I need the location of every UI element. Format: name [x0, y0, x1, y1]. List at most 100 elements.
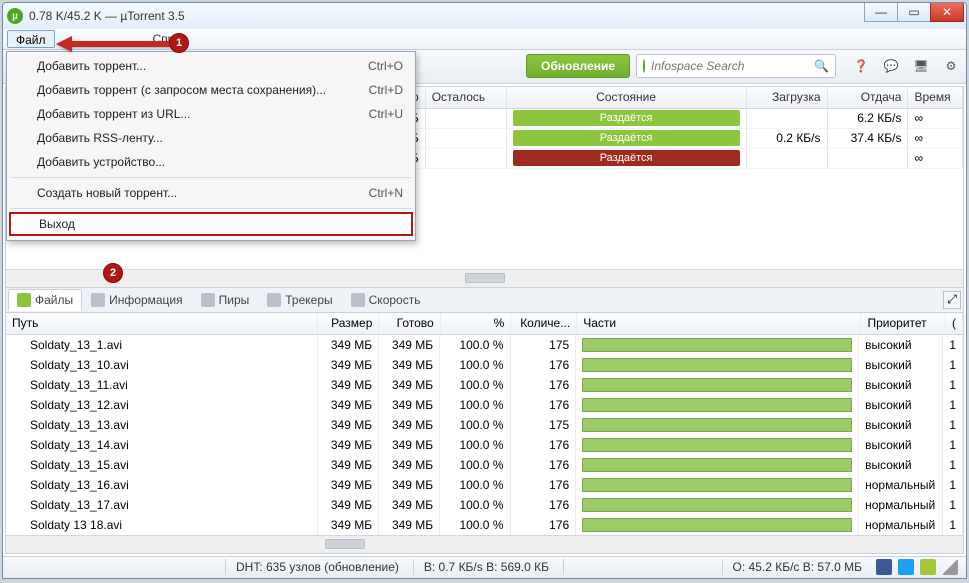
cell-more: 1 [943, 415, 963, 435]
close-button[interactable]: ✕ [930, 2, 964, 22]
app-icon: µ [7, 8, 23, 24]
cell-fsize: 349 МБ [318, 435, 379, 455]
cell-state: Раздаётся [507, 149, 747, 168]
file-row[interactable]: Soldaty_13_1.avi349 МБ349 МБ100.0 %175вы… [6, 335, 963, 355]
settings-icon[interactable]: ⚙ [942, 57, 960, 75]
cell-count: 175 [511, 415, 577, 435]
maximize-button[interactable]: ▭ [897, 2, 931, 22]
tab-files[interactable]: Файлы [8, 289, 82, 311]
cell-more: 1 [943, 375, 963, 395]
remote-icon[interactable]: 🖥 [912, 57, 930, 75]
cell-path: Soldaty 13 18.avi [6, 515, 318, 535]
tab-info[interactable]: Информация [82, 289, 191, 311]
expand-details-button[interactable]: ⤢ [943, 291, 961, 309]
cell-count: 176 [511, 495, 577, 515]
cell-count: 175 [511, 335, 577, 355]
tab-speed[interactable]: Скорость [342, 289, 430, 311]
cell-remain [426, 149, 507, 168]
cell-prio: высокий [859, 355, 943, 375]
tab-trackers[interactable]: Трекеры [258, 289, 341, 311]
col-state[interactable]: Состояние [507, 87, 747, 108]
torrent-hscrollbar[interactable] [6, 269, 963, 287]
col-parts[interactable]: Части [577, 313, 861, 334]
cell-done: 349 МБ [379, 435, 440, 455]
menu-add-torrent[interactable]: Добавить торрент...Ctrl+O [9, 54, 413, 78]
cell-count: 176 [511, 355, 577, 375]
cell-parts [576, 475, 859, 495]
search-icon[interactable]: 🔍 [814, 59, 829, 73]
file-row[interactable]: Soldaty_13_12.avi349 МБ349 МБ100.0 %176в… [6, 395, 963, 415]
col-up[interactable]: Отдача [828, 87, 909, 108]
cell-count: 176 [511, 395, 577, 415]
file-row[interactable]: Soldaty_13_16.avi349 МБ349 МБ100.0 %176н… [6, 475, 963, 495]
cell-parts [576, 455, 859, 475]
cell-more: 1 [943, 395, 963, 415]
cell-up: 6.2 КБ/s [828, 109, 909, 128]
tab-peers[interactable]: Пиры [192, 289, 259, 311]
cell-pct: 100.0 % [440, 495, 510, 515]
col-done[interactable]: Готово [379, 313, 440, 334]
chat-icon[interactable]: 💬 [882, 57, 900, 75]
menu-add-torrent-ask[interactable]: Добавить торрент (с запросом места сохра… [9, 78, 413, 102]
cell-pct: 100.0 % [440, 415, 510, 435]
cell-up [828, 149, 909, 168]
file-row[interactable]: Soldaty_13_13.avi349 МБ349 МБ100.0 %175в… [6, 415, 963, 435]
menu-file[interactable]: Файл [7, 30, 55, 48]
speed-icon [351, 293, 365, 307]
menu-add-url[interactable]: Добавить торрент из URL...Ctrl+U [9, 102, 413, 126]
info-icon [91, 293, 105, 307]
file-row[interactable]: Soldaty_13_11.avi349 МБ349 МБ100.0 %176в… [6, 375, 963, 395]
cell-pct: 100.0 % [440, 475, 510, 495]
file-row[interactable]: Soldaty_13_10.avi349 МБ349 МБ100.0 %176в… [6, 355, 963, 375]
update-button[interactable]: Обновление [526, 54, 630, 78]
col-more[interactable]: ( [946, 313, 963, 334]
col-down[interactable]: Загрузка [747, 87, 828, 108]
cell-time: ∞ [908, 149, 962, 168]
col-remain[interactable]: Осталось [426, 87, 507, 108]
menu-add-rss[interactable]: Добавить RSS-ленту... [9, 126, 413, 150]
cell-pct: 100.0 % [440, 355, 510, 375]
status-dht: DHT: 635 узлов (обновление) [225, 559, 399, 575]
cell-pct: 100.0 % [440, 375, 510, 395]
cell-pct: 100.0 % [440, 515, 510, 535]
help-icon[interactable]: ❓ [852, 57, 870, 75]
cell-done: 349 МБ [379, 355, 440, 375]
file-row[interactable]: Soldaty_13_15.avi349 МБ349 МБ100.0 %176в… [6, 455, 963, 475]
cell-prio: высокий [859, 455, 943, 475]
cell-parts [576, 395, 859, 415]
col-path[interactable]: Путь [6, 313, 318, 334]
file-row[interactable]: Soldaty_13_14.avi349 МБ349 МБ100.0 %176в… [6, 435, 963, 455]
facebook-icon[interactable] [876, 559, 892, 575]
annotation-arrow [56, 36, 176, 55]
cell-time: ∞ [908, 109, 962, 128]
cell-fsize: 349 МБ [318, 375, 379, 395]
cell-done: 349 МБ [379, 495, 440, 515]
resize-grip-icon[interactable] [942, 559, 958, 575]
menu-add-device[interactable]: Добавить устройство... [9, 150, 413, 174]
file-row[interactable]: Soldaty 13 18.avi349 МБ349 МБ100.0 %176н… [6, 515, 963, 535]
file-row[interactable]: Soldaty_13_17.avi349 МБ349 МБ100.0 %176н… [6, 495, 963, 515]
twitter-icon[interactable] [898, 559, 914, 575]
cell-up: 37.4 КБ/s [828, 129, 909, 148]
col-prio[interactable]: Приоритет [861, 313, 946, 334]
col-time[interactable]: Время [908, 87, 962, 108]
cell-remain [426, 129, 507, 148]
cell-prio: высокий [859, 415, 943, 435]
cell-fsize: 349 МБ [318, 355, 379, 375]
col-count[interactable]: Количе... [511, 313, 577, 334]
minimize-button[interactable]: — [864, 2, 898, 22]
col-pct[interactable]: % [441, 313, 512, 334]
files-hscrollbar[interactable] [6, 535, 963, 553]
cell-parts [576, 335, 859, 355]
search-input[interactable] [651, 59, 808, 73]
col-fsize[interactable]: Размер [318, 313, 379, 334]
statusbar: DHT: 635 узлов (обновление) В: 0.7 КБ/s … [3, 556, 966, 578]
files-table: Путь Размер Готово % Количе... Части При… [6, 313, 963, 553]
menu-exit[interactable]: Выход [9, 212, 413, 236]
android-icon[interactable] [920, 559, 936, 575]
cell-count: 176 [511, 515, 577, 535]
cell-more: 1 [943, 335, 963, 355]
search-box[interactable]: 🔍 [636, 54, 836, 78]
menu-create-torrent[interactable]: Создать новый торрент...Ctrl+N [9, 181, 413, 205]
cell-remain [426, 109, 507, 128]
